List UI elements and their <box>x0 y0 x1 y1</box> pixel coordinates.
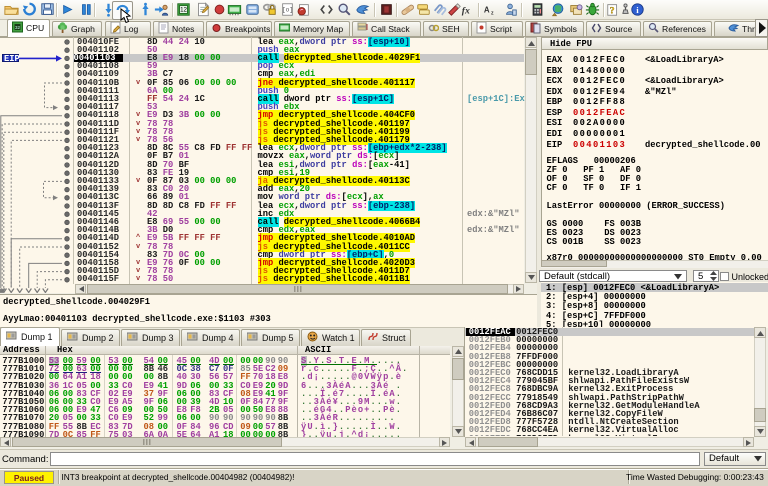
svg-text:fx: fx <box>462 5 470 16</box>
svg-text:32: 32 <box>15 25 21 30</box>
svg-text:?: ? <box>610 5 615 16</box>
svg-text:A: A <box>483 6 489 15</box>
svg-text:[o]: [o] <box>281 7 292 14</box>
svg-text:z: z <box>490 10 493 16</box>
svg-text:12: 12 <box>180 7 187 14</box>
